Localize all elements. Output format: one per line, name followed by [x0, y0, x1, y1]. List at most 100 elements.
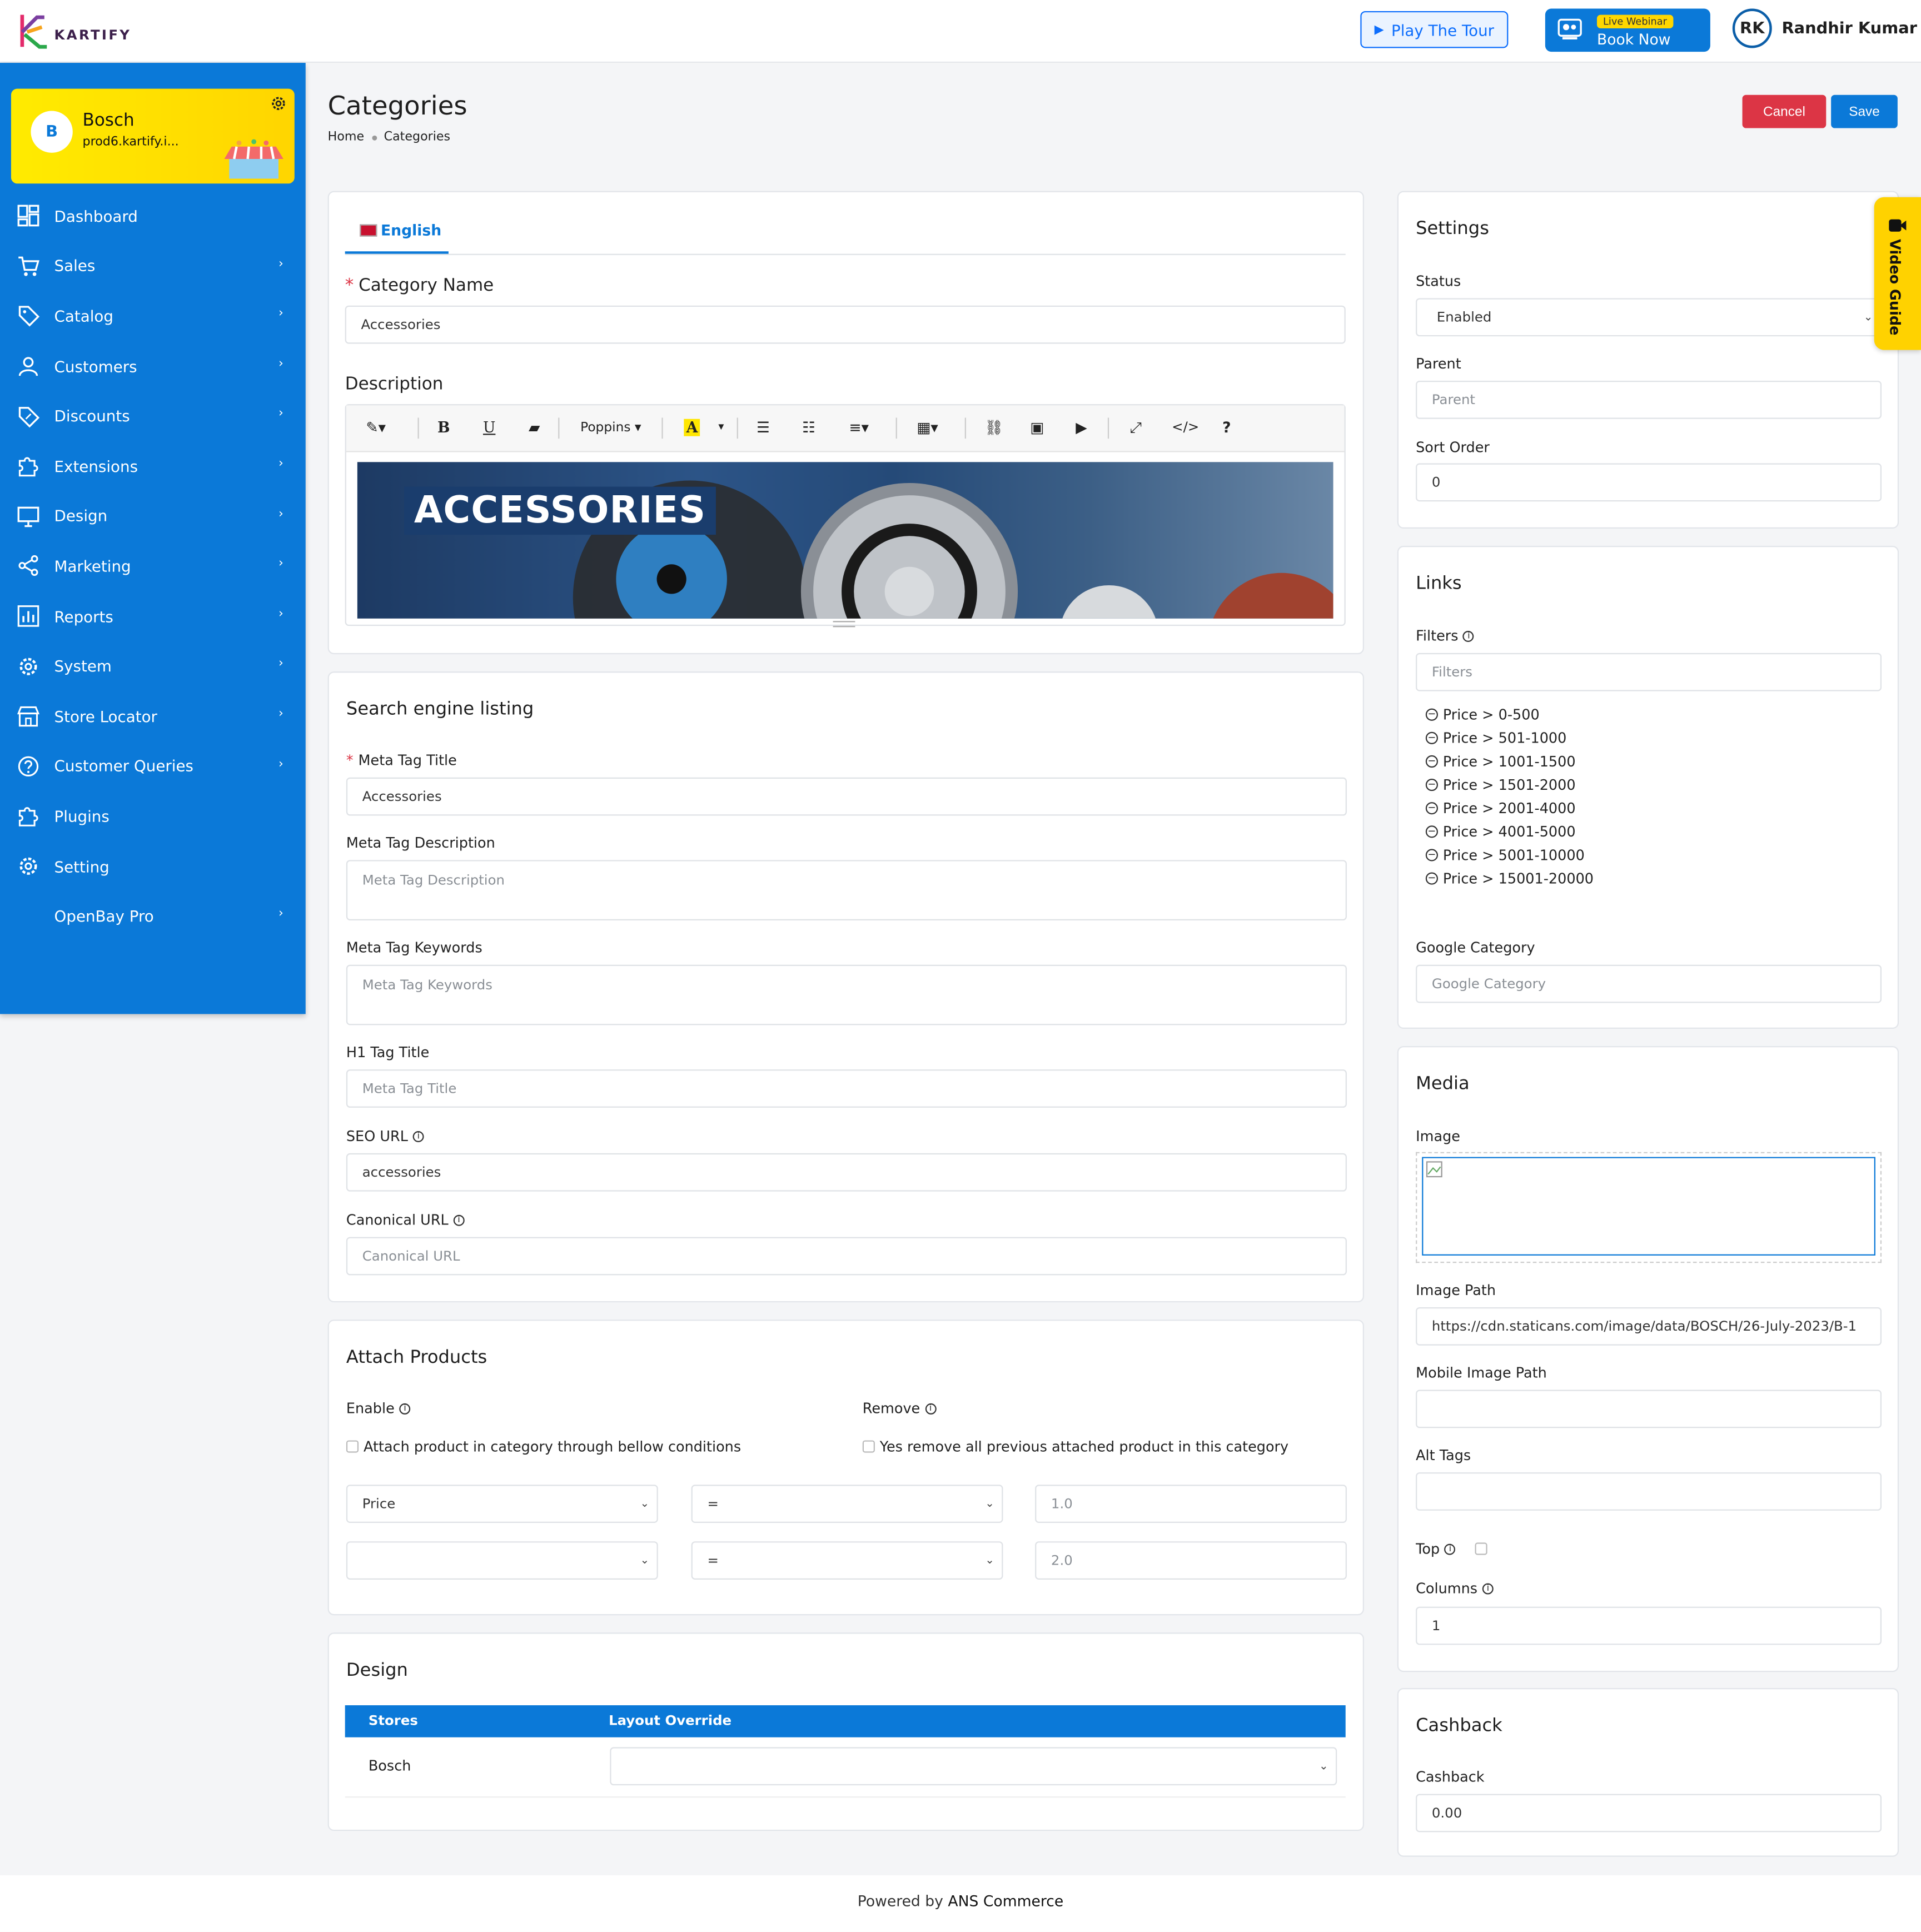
meta-title-input[interactable]: Accessories: [346, 777, 1347, 816]
sidebar-item-marketing[interactable]: Marketing ›: [0, 541, 306, 591]
kartify-logo[interactable]: KARTIFY: [17, 10, 131, 52]
image-icon[interactable]: ▣: [1030, 419, 1044, 436]
status-select[interactable]: Enabled ⌄: [1416, 298, 1882, 337]
layout-override-select[interactable]: ⌄: [610, 1747, 1337, 1786]
table-icon[interactable]: ▦▾: [917, 419, 938, 436]
play-tour-button[interactable]: ▶ Play The Tour: [1360, 11, 1509, 48]
sidebar-item-design[interactable]: Design ›: [0, 491, 306, 541]
user-menu[interactable]: RK Randhir Kumar: [1732, 8, 1917, 48]
footer-brand-link[interactable]: ANS Commerce: [948, 1893, 1063, 1910]
sidebar-item-extensions[interactable]: Extensions ›: [0, 441, 306, 491]
condition-field-select[interactable]: Price ⌄: [346, 1485, 658, 1523]
filters-input[interactable]: Filters: [1416, 653, 1882, 691]
cancel-button[interactable]: Cancel: [1742, 94, 1827, 128]
remove-circle-icon[interactable]: −: [1425, 801, 1439, 814]
cashback-input[interactable]: 0.00: [1416, 1794, 1882, 1833]
bullet-list-icon[interactable]: ☰: [757, 419, 770, 436]
remove-circle-icon[interactable]: −: [1425, 848, 1439, 861]
remove-circle-icon[interactable]: −: [1425, 872, 1439, 884]
columns-input[interactable]: 1: [1416, 1606, 1882, 1645]
remove-circle-icon[interactable]: −: [1425, 754, 1439, 767]
sidebar-nav: Dashboard Sales › Catalog › Customers › …: [0, 191, 306, 942]
list-item: − Price > 15001-20000: [1425, 866, 1594, 889]
condition-operator-select[interactable]: = ⌄: [691, 1541, 1003, 1580]
h1-title-input[interactable]: Meta Tag Title: [346, 1069, 1347, 1108]
info-icon[interactable]: i: [1482, 1582, 1494, 1594]
mobile-image-path-input[interactable]: [1416, 1390, 1882, 1428]
image-upload-box[interactable]: [1416, 1152, 1882, 1263]
chevron-down-icon[interactable]: ▾: [718, 421, 724, 434]
code-view-icon[interactable]: </>: [1172, 419, 1199, 435]
remove-circle-icon[interactable]: −: [1425, 731, 1439, 744]
info-icon[interactable]: i: [1444, 1543, 1456, 1555]
store-settings-icon[interactable]: [270, 95, 287, 112]
tab-english[interactable]: English: [360, 222, 441, 239]
google-category-input[interactable]: Google Category: [1416, 964, 1882, 1003]
columns-label-text: Columns: [1416, 1579, 1478, 1597]
sidebar-item-catalog[interactable]: Catalog ›: [0, 291, 306, 341]
store-card[interactable]: B Bosch prod6.kartify.i...: [11, 88, 295, 184]
list-item: − Price > 5001-10000: [1425, 843, 1594, 866]
image-path-input[interactable]: https://cdn.staticans.com/image/data/BOS…: [1416, 1307, 1882, 1346]
condition-operator-select[interactable]: = ⌄: [691, 1485, 1003, 1523]
underline-icon[interactable]: U: [483, 419, 495, 436]
enable-checkbox[interactable]: [346, 1440, 359, 1453]
info-icon[interactable]: i: [412, 1130, 424, 1142]
numbered-list-icon[interactable]: ☷: [802, 419, 815, 436]
sidebar: B Bosch prod6.kartify.i... Dashboard Sal: [0, 63, 306, 1014]
help-icon[interactable]: ?: [1222, 419, 1231, 436]
category-name-input[interactable]: Accessories: [345, 305, 1346, 344]
info-icon[interactable]: i: [1463, 630, 1475, 641]
remove-circle-icon[interactable]: −: [1425, 825, 1439, 838]
condition-value-input[interactable]: 2.0: [1035, 1541, 1347, 1580]
sidebar-item-reports[interactable]: Reports ›: [0, 591, 306, 641]
save-button[interactable]: Save: [1831, 94, 1898, 128]
banner-heading: ACCESSORIES: [404, 486, 716, 535]
parent-input[interactable]: Parent: [1416, 380, 1882, 419]
sidebar-item-system[interactable]: System ›: [0, 641, 306, 691]
filter-label: Price > 15001-20000: [1442, 869, 1594, 887]
store-cell: Bosch: [368, 1757, 411, 1775]
sidebar-item-customer-queries[interactable]: Customer Queries ›: [0, 741, 306, 791]
sidebar-item-store-locator[interactable]: Store Locator ›: [0, 691, 306, 741]
info-icon[interactable]: i: [453, 1214, 465, 1226]
condition-value-input[interactable]: 1.0: [1035, 1485, 1347, 1523]
font-family-select[interactable]: Poppins ▾: [580, 420, 641, 435]
canonical-url-input[interactable]: Canonical URL: [346, 1237, 1347, 1276]
sidebar-item-discounts[interactable]: Discounts ›: [0, 391, 306, 441]
breadcrumb-home[interactable]: Home: [328, 131, 364, 144]
sidebar-item-dashboard[interactable]: Dashboard: [0, 191, 306, 241]
bold-icon[interactable]: B: [437, 419, 450, 436]
video-icon[interactable]: ▶: [1076, 419, 1087, 436]
info-icon[interactable]: i: [399, 1402, 411, 1414]
remove-circle-icon[interactable]: −: [1425, 778, 1439, 791]
description-editor[interactable]: ✎▾ B U ▰ Poppins ▾ A ▾ ☰ ☷ ≡▾ ▦▾ ⛓ ▣ ▶ ⤢…: [345, 404, 1346, 628]
alt-tags-input[interactable]: [1416, 1472, 1882, 1511]
video-guide-tab[interactable]: Video Guide: [1874, 197, 1921, 350]
condition-field-select[interactable]: ⌄: [346, 1541, 658, 1580]
text-color-icon[interactable]: A: [684, 419, 700, 436]
fullscreen-icon[interactable]: ⤢: [1130, 419, 1142, 437]
link-icon[interactable]: ⛓: [984, 419, 1003, 436]
sidebar-item-customers[interactable]: Customers ›: [0, 341, 306, 391]
meta-description-textarea[interactable]: Meta Tag Description: [346, 860, 1347, 920]
editor-resize-handle[interactable]: [833, 621, 855, 628]
sidebar-item-plugins[interactable]: Plugins: [0, 791, 306, 841]
eraser-icon[interactable]: ▰: [529, 419, 540, 436]
book-webinar-button[interactable]: Live Webinar Book Now: [1545, 8, 1710, 52]
list-item: − Price > 1501-2000: [1425, 773, 1594, 796]
remove-circle-icon[interactable]: −: [1425, 708, 1439, 720]
remove-checkbox[interactable]: [862, 1440, 875, 1453]
seo-url-input[interactable]: accessories: [346, 1153, 1347, 1192]
sidebar-item-setting[interactable]: Setting: [0, 841, 306, 891]
sidebar-item-openbay-pro[interactable]: OpenBay Pro ›: [0, 891, 306, 941]
toolbar-divider: [417, 417, 419, 439]
sort-order-input[interactable]: 0: [1416, 463, 1882, 502]
magic-wand-icon[interactable]: ✎▾: [366, 419, 386, 436]
align-icon[interactable]: ≡▾: [849, 419, 869, 436]
toolbar-divider: [661, 417, 663, 439]
sidebar-item-sales[interactable]: Sales ›: [0, 241, 306, 291]
meta-keywords-textarea[interactable]: Meta Tag Keywords: [346, 964, 1347, 1025]
info-icon[interactable]: i: [925, 1402, 937, 1414]
top-checkbox[interactable]: [1475, 1542, 1488, 1555]
